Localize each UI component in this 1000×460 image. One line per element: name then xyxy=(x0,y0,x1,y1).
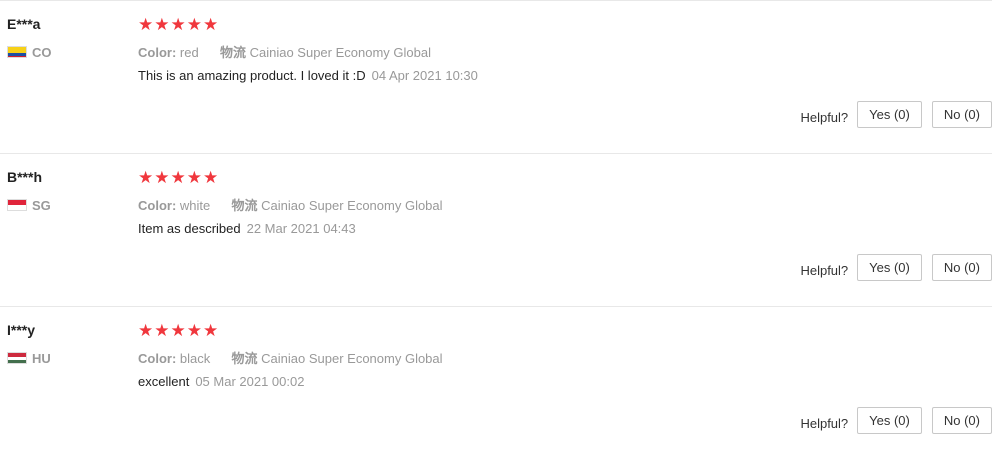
review-content: This is an amazing product. I loved it :… xyxy=(138,68,478,83)
color-value: red xyxy=(179,45,199,60)
review-text: excellent xyxy=(138,374,190,389)
star-rating: ★★★★★ xyxy=(138,168,220,187)
review-item: B***h SG ★★★★★ Color: white 物流 Cainiao S… xyxy=(0,153,992,307)
color-label: Color: xyxy=(138,198,177,213)
logistics-value: Cainiao Super Economy Global xyxy=(261,351,443,366)
helpful-label: Helpful? xyxy=(800,416,849,431)
helpful-yes-button[interactable]: Yes (0) xyxy=(857,407,922,434)
review-meta: Color: black 物流 Cainiao Super Economy Gl… xyxy=(138,348,443,367)
color-label: Color: xyxy=(138,351,177,366)
reviewer-name: I***y xyxy=(7,322,36,338)
sg-flag-icon xyxy=(7,199,27,211)
helpful-no-button[interactable]: No (0) xyxy=(931,254,992,281)
review-meta: Color: white 物流 Cainiao Super Economy Gl… xyxy=(138,195,443,214)
co-flag-icon xyxy=(7,46,27,58)
star-rating: ★★★★★ xyxy=(138,321,220,340)
reviewer-country: HU xyxy=(7,350,51,366)
reviewer-name: E***a xyxy=(7,16,41,32)
reviewer-name: B***h xyxy=(7,169,43,185)
review-item: E***a CO ★★★★★ Color: red 物流 Cainiao Sup… xyxy=(0,0,992,154)
review-item: I***y HU ★★★★★ Color: black 物流 Cainiao S… xyxy=(0,306,992,460)
reviewer-country: CO xyxy=(7,44,52,60)
color-value: white xyxy=(179,198,211,213)
helpful-label: Helpful? xyxy=(800,110,849,125)
review-text: Item as described xyxy=(138,221,241,236)
review-date: 22 Mar 2021 04:43 xyxy=(246,221,356,236)
review-date: 04 Apr 2021 10:30 xyxy=(371,68,478,83)
logistics-value: Cainiao Super Economy Global xyxy=(249,45,431,60)
color-value: black xyxy=(179,351,211,366)
review-content: Item as described 22 Mar 2021 04:43 xyxy=(138,221,356,236)
hu-flag-icon xyxy=(7,352,27,364)
logistics-label: 物流 xyxy=(219,45,246,60)
helpful-label: Helpful? xyxy=(800,263,849,278)
review-date: 05 Mar 2021 00:02 xyxy=(195,374,305,389)
helpful-yes-button[interactable]: Yes (0) xyxy=(857,254,922,281)
helpful-section: Helpful? Yes (0) No (0) xyxy=(800,407,992,434)
country-code: SG xyxy=(32,197,51,213)
helpful-no-button[interactable]: No (0) xyxy=(931,101,992,128)
star-rating: ★★★★★ xyxy=(138,15,220,34)
helpful-no-button[interactable]: No (0) xyxy=(931,407,992,434)
helpful-yes-button[interactable]: Yes (0) xyxy=(857,101,922,128)
color-label: Color: xyxy=(138,45,177,60)
logistics-value: Cainiao Super Economy Global xyxy=(261,198,443,213)
logistics-label: 物流 xyxy=(231,198,258,213)
helpful-section: Helpful? Yes (0) No (0) xyxy=(800,254,992,281)
reviewer-country: SG xyxy=(7,197,51,213)
country-code: CO xyxy=(32,44,52,60)
review-content: excellent 05 Mar 2021 00:02 xyxy=(138,374,304,389)
review-meta: Color: red 物流 Cainiao Super Economy Glob… xyxy=(138,42,431,61)
helpful-section: Helpful? Yes (0) No (0) xyxy=(800,101,992,128)
country-code: HU xyxy=(32,350,51,366)
review-text: This is an amazing product. I loved it :… xyxy=(138,68,366,83)
logistics-label: 物流 xyxy=(231,351,258,366)
